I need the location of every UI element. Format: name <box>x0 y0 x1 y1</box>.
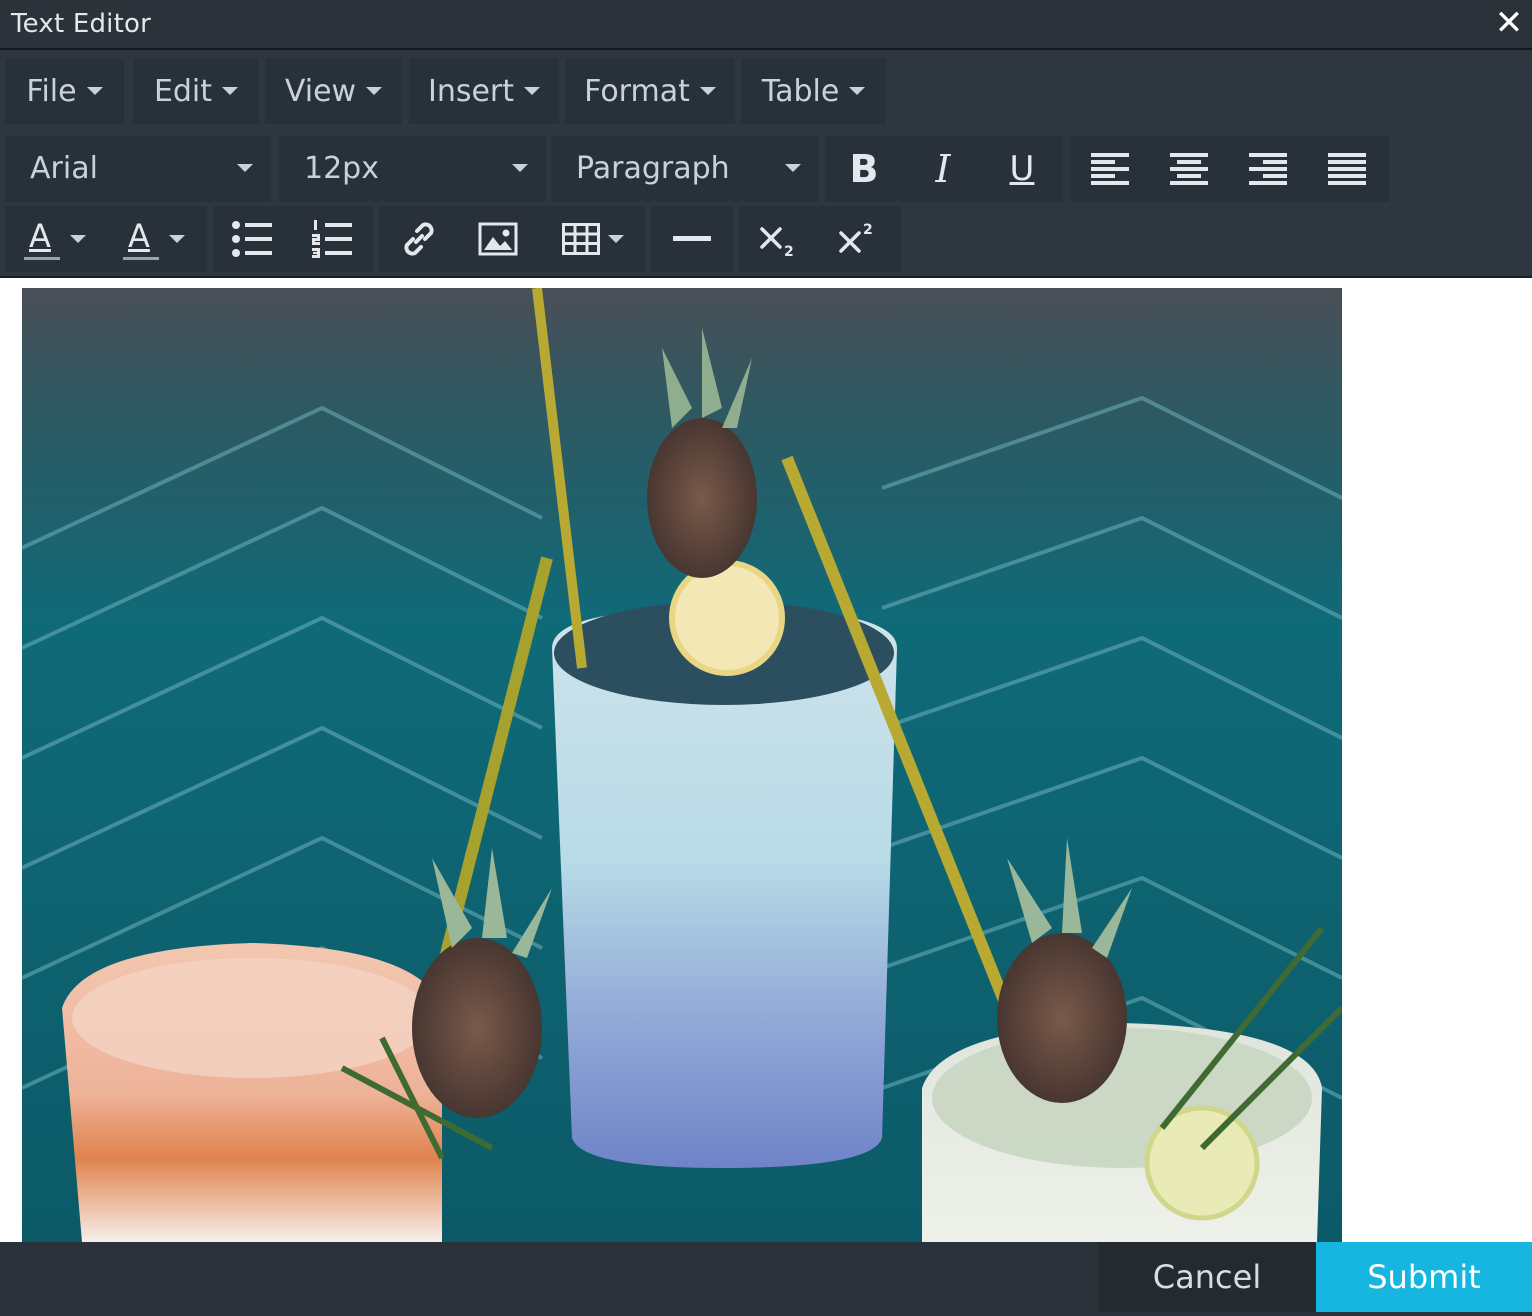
menu-table[interactable]: Table <box>741 58 886 124</box>
font-size-select[interactable]: 12px <box>279 136 546 202</box>
color-swatch <box>123 257 159 260</box>
menu-view-label: View <box>284 73 357 109</box>
text-color-icon: A <box>22 217 62 260</box>
font-family-value: Arial <box>30 151 98 186</box>
image-icon[interactable] <box>462 206 534 272</box>
chevron-down-icon <box>785 164 801 172</box>
table-icon[interactable] <box>548 206 638 272</box>
menu-format[interactable]: Format <box>565 58 735 124</box>
chevron-down-icon <box>222 87 239 95</box>
editor-toolbar: File Edit View Insert Format Table Arial <box>0 50 1532 278</box>
background-color-button[interactable]: A <box>107 206 199 272</box>
chevron-down-icon <box>70 235 86 243</box>
numbered-list-icon[interactable] <box>296 206 368 272</box>
menu-file-label: File <box>26 73 77 109</box>
menu-edit[interactable]: Edit <box>133 58 259 124</box>
dialog-title: Text Editor <box>11 9 151 39</box>
svg-text:2: 2 <box>863 222 873 238</box>
italic-icon[interactable]: I <box>907 136 979 202</box>
cancel-button[interactable]: Cancel <box>1098 1242 1316 1312</box>
chevron-down-icon <box>524 87 541 95</box>
text-color-glyph: A <box>29 217 51 255</box>
chevron-down-icon <box>849 87 866 95</box>
horizontal-rule-icon[interactable] <box>656 206 728 272</box>
chevron-down-icon <box>512 164 528 172</box>
align-justify-icon[interactable] <box>1311 136 1383 202</box>
align-center-icon[interactable] <box>1153 136 1225 202</box>
editor-content-area[interactable] <box>0 278 1532 1242</box>
bold-icon[interactable]: B <box>828 136 900 202</box>
background-color-icon: A <box>121 217 161 260</box>
align-left-icon[interactable] <box>1074 136 1146 202</box>
menu-table-label: Table <box>761 73 840 109</box>
chevron-down-icon <box>86 87 103 95</box>
text-editor-dialog: Text Editor ✕ File Edit View Insert Form… <box>0 0 1532 1316</box>
color-swatch <box>24 257 60 260</box>
block-format-value: Paragraph <box>576 151 730 186</box>
subscript-icon[interactable]: 2 <box>742 206 814 272</box>
text-color-button[interactable]: A <box>8 206 100 272</box>
superscript-icon[interactable]: 2 <box>821 206 893 272</box>
chevron-down-icon <box>608 235 624 243</box>
menu-format-label: Format <box>584 73 690 109</box>
font-size-value: 12px <box>304 151 379 186</box>
link-icon[interactable] <box>383 206 455 272</box>
chevron-down-icon <box>237 164 253 172</box>
menu-insert[interactable]: Insert <box>409 58 559 124</box>
dialog-footer: Cancel Submit <box>0 1242 1532 1316</box>
svg-text:2: 2 <box>784 244 794 257</box>
bullet-list-icon[interactable] <box>216 206 288 272</box>
align-right-icon[interactable] <box>1232 136 1304 202</box>
menu-file[interactable]: File <box>5 58 124 124</box>
menu-edit-label: Edit <box>153 73 213 109</box>
chevron-down-icon <box>169 235 185 243</box>
close-icon[interactable]: ✕ <box>1490 4 1528 42</box>
font-family-select[interactable]: Arial <box>5 136 271 202</box>
embedded-photo[interactable] <box>22 288 1342 1242</box>
block-format-select[interactable]: Paragraph <box>551 136 819 202</box>
chevron-down-icon <box>366 87 383 95</box>
menu-insert-label: Insert <box>427 73 515 109</box>
menu-view[interactable]: View <box>265 58 402 124</box>
underline-icon[interactable]: U <box>986 136 1058 202</box>
chevron-down-icon <box>699 87 716 95</box>
title-bar: Text Editor ✕ <box>0 0 1532 50</box>
background-color-glyph: A <box>128 217 150 255</box>
submit-button[interactable]: Submit <box>1316 1242 1532 1312</box>
